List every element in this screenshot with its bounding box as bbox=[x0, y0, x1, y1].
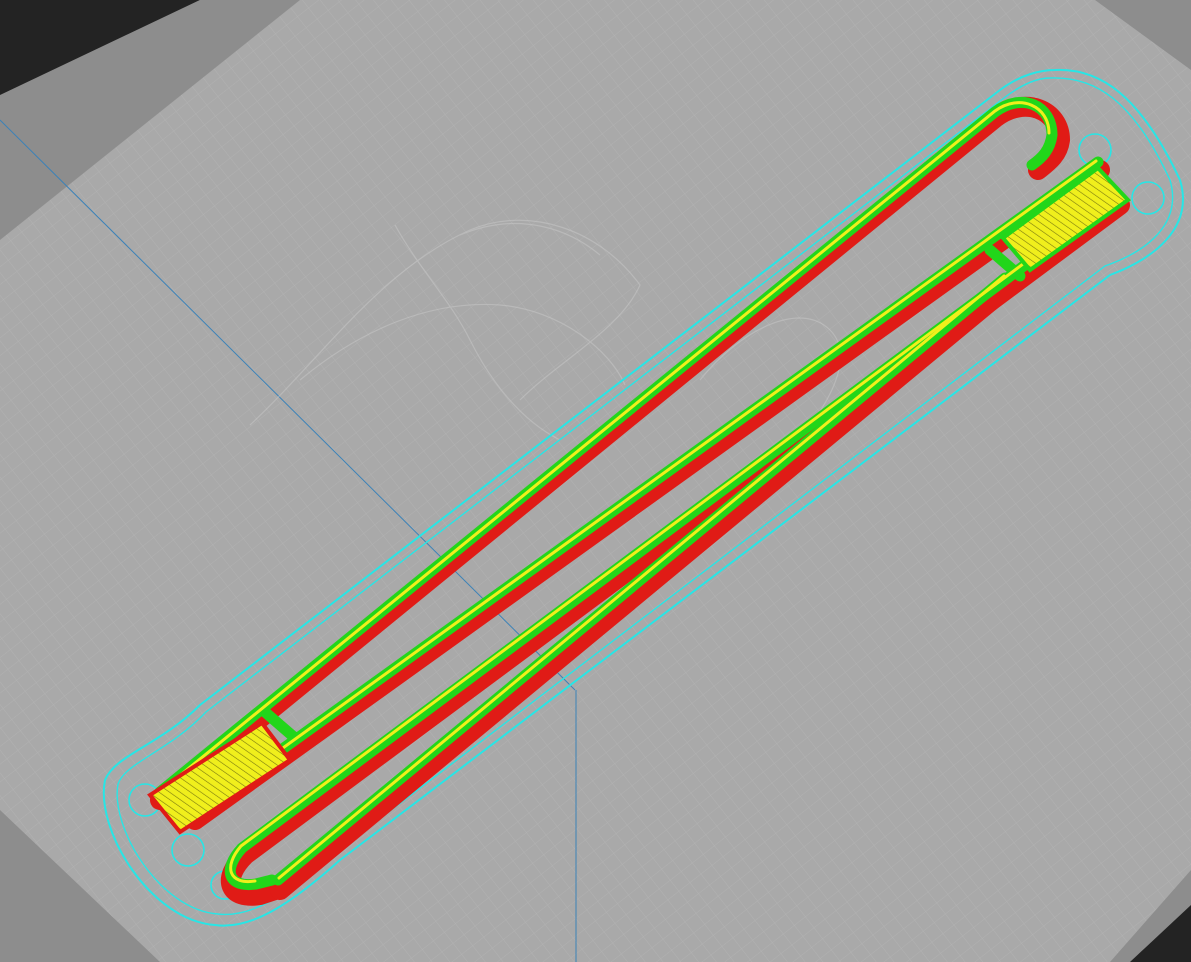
layer-preview-viewport[interactable] bbox=[0, 0, 1191, 962]
preview-canvas[interactable] bbox=[0, 0, 1191, 962]
